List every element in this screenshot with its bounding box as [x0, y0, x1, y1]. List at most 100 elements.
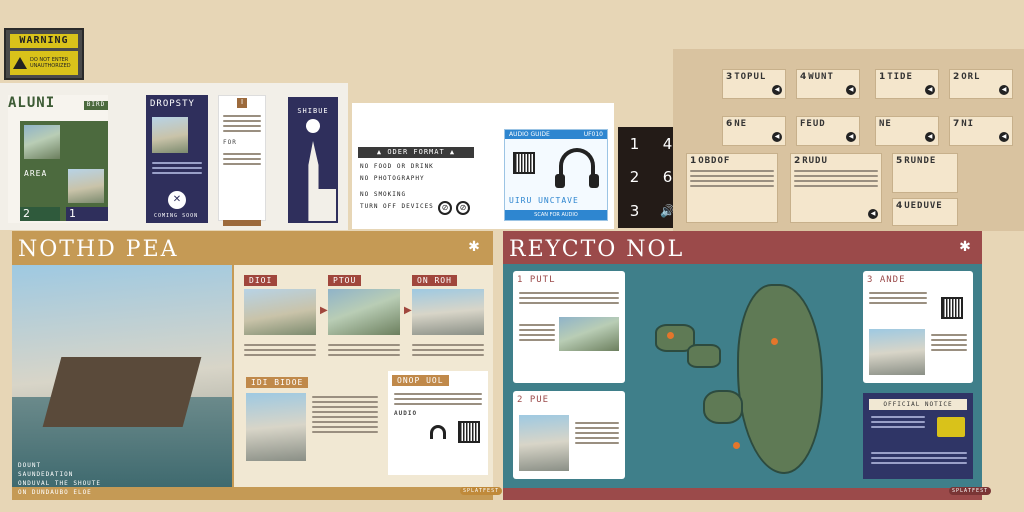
map-point-card: 1 PUTL [513, 271, 625, 383]
warning-body: DO NOT ENTER UNAUTHORIZED [10, 51, 78, 75]
audio-tile[interactable]: NE ◀ [875, 116, 939, 146]
squid-logo-icon [306, 119, 320, 133]
speaker-icon[interactable]: ◀ [999, 85, 1009, 95]
brochure-front: ALUNI BIRD AREA 2 1 [8, 95, 108, 223]
audio-tile[interactable]: 1 TIDE ◀ [875, 69, 939, 99]
tile-label: TOPUL [734, 72, 767, 82]
audio-tile[interactable]: FEUD ◀ [796, 116, 860, 146]
brochure-photo [152, 117, 188, 153]
warning-triangle-icon [13, 57, 27, 69]
audio-tile[interactable]: 7 NI ◀ [949, 116, 1013, 146]
ticket-title: UIRU UNCTAVE [509, 196, 579, 205]
map-point-card: 2 PUE [513, 391, 625, 479]
audio-tile[interactable]: 6 NE ◀ [722, 116, 786, 146]
audio-tile[interactable]: 3 TOPUL ◀ [722, 69, 786, 99]
audio-guide-area: 3 TOPUL ◀ 4 WUNT ◀ 1 TIDE ◀ 2 ORL ◀ 6 NE ◀ FE… [673, 49, 1024, 231]
map-marker-icon[interactable] [771, 338, 778, 345]
rule-line: NO SMOKING [360, 191, 407, 198]
tile-label: NI [961, 119, 975, 129]
info-card: ▲ ODER FORMAT ▲ NO FOOD OR DRINK NO PHOT… [352, 103, 614, 229]
rule-line: TURN OFF DEVICES [360, 203, 434, 210]
tile-label: FEUD [800, 119, 826, 129]
brochure-card-blue: DROPSTY ✕ COMING SOON [146, 95, 208, 223]
keypad-key[interactable]: 2 [630, 168, 640, 186]
speaker-icon[interactable]: ◀ [925, 132, 935, 142]
keypad-key[interactable]: 1 [630, 135, 640, 153]
no-photo-icon: ⊘ [438, 201, 452, 215]
brochure-card-tall: SHIBUE [288, 97, 338, 223]
step-photo [328, 289, 400, 335]
poster-right: REYCTO NOL ✱ 1 PUTL 2 PUE 3 ANDE OFFICIA… [503, 231, 992, 500]
city-caption: DOUNT SAUNDEDATION ONDUVAL THE SHOUTE ON… [18, 462, 102, 496]
point-photo [869, 329, 925, 375]
step-label: PTOU [328, 275, 362, 286]
warning-sign: WARNING DO NOT ENTER UNAUTHORIZED [4, 28, 84, 80]
official-notice: OFFICIAL NOTICE [863, 393, 973, 479]
emblem-icon [937, 417, 965, 437]
tile-label: ORL [961, 72, 981, 82]
warning-title: WARNING [10, 34, 78, 48]
rule-line: NO FOOD OR DRINK [360, 163, 434, 170]
speaker-icon[interactable]: ◀ [925, 85, 935, 95]
map-marker-icon[interactable] [733, 442, 740, 449]
info-header: ▲ ODER FORMAT ▲ [358, 147, 474, 158]
tile-label: NE [734, 119, 748, 129]
speaker-icon[interactable]: ◀ [999, 132, 1009, 142]
badge-number: 1 [66, 207, 108, 221]
speaker-icon[interactable]: ◀ [772, 85, 782, 95]
tile-label: WUNT [808, 72, 834, 82]
section-photo [246, 393, 306, 461]
brochure-sheet: ALUNI BIRD AREA 2 1 DROPSTY ✕ COMING SOO… [0, 83, 348, 230]
keypad-key[interactable]: 6 [663, 168, 673, 186]
speaker-icon[interactable]: ◀ [772, 132, 782, 142]
squid-logo-icon: ✕ [168, 191, 186, 209]
keypad-key[interactable]: 3 [630, 202, 640, 220]
brochure-card-title: DROPSTY [150, 99, 195, 109]
audio-tile[interactable]: 2 ORL ◀ [949, 69, 1013, 99]
audio-sub: AUDIO [394, 410, 418, 417]
step-photo [412, 289, 484, 335]
point-title: 3 ANDE [867, 275, 906, 285]
map-marker-icon[interactable] [667, 332, 674, 339]
audio-tile[interactable]: 2 RUDU ◀ [790, 153, 882, 223]
brochure-text [152, 159, 202, 177]
poster-left: NOTHD PEA ✱ DOUNT SAUNDEDATION ONDUVAL T… [12, 231, 503, 500]
rule-line: NO PHOTOGRAPHY [360, 175, 425, 182]
audio-box: ONOP UOL AUDIO [388, 371, 488, 475]
audio-tile[interactable]: 4 UEDUVE [892, 198, 958, 226]
point-photo [559, 317, 619, 351]
tile-label: NE [879, 119, 892, 129]
island-map[interactable] [637, 264, 851, 488]
speaker-icon[interactable]: ◀ [846, 132, 856, 142]
step-photo [244, 289, 316, 335]
notice-title: OFFICIAL NOTICE [869, 399, 967, 410]
audio-ticket: AUDIO GUIDE UF010 UIRU UNCTAVE SCAN FOR … [504, 129, 608, 221]
audio-tile[interactable]: 4 WUNT ◀ [796, 69, 860, 99]
step-label: ON ROH [412, 275, 457, 286]
step-label: DIOI [244, 275, 278, 286]
speaker-icon[interactable]: ◀ [868, 209, 878, 219]
brochure-card-label: FOR [223, 139, 237, 146]
qr-code [941, 297, 963, 319]
tile-label: OBDOF [698, 156, 731, 166]
ticket-header: AUDIO GUIDE UF010 [505, 130, 607, 139]
squid-logo-icon: ✱ [959, 239, 971, 255]
brochure-subtitle: AREA [24, 169, 48, 178]
info-header-text: ODER FORMAT [387, 148, 445, 156]
badge-number: 2 [20, 207, 60, 221]
audio-tile[interactable]: 5 RUNDE [892, 153, 958, 193]
brand-logo: SPLATFEST [949, 487, 992, 495]
audio-tile[interactable]: 1 OBDOF [686, 153, 778, 223]
poster-title: REYCTO NOL [509, 237, 685, 262]
brand-logo: SPLATFEST [460, 487, 503, 495]
keypad-key[interactable]: 4 [663, 135, 673, 153]
brochure-photo [24, 125, 60, 159]
speaker-icon[interactable]: ◀ [846, 85, 856, 95]
qr-code [513, 152, 535, 174]
poster-panel: DIOI ▶ PTOU ▶ ON ROH IDI BIDOE ONOP UOL … [234, 265, 493, 487]
point-title: 2 PUE [517, 395, 550, 405]
brochure-caption: COMING SOON [154, 213, 199, 219]
ticket-code: UF010 [583, 131, 603, 138]
tile-label: TIDE [887, 72, 913, 82]
tile-label: RUNDE [904, 156, 937, 166]
